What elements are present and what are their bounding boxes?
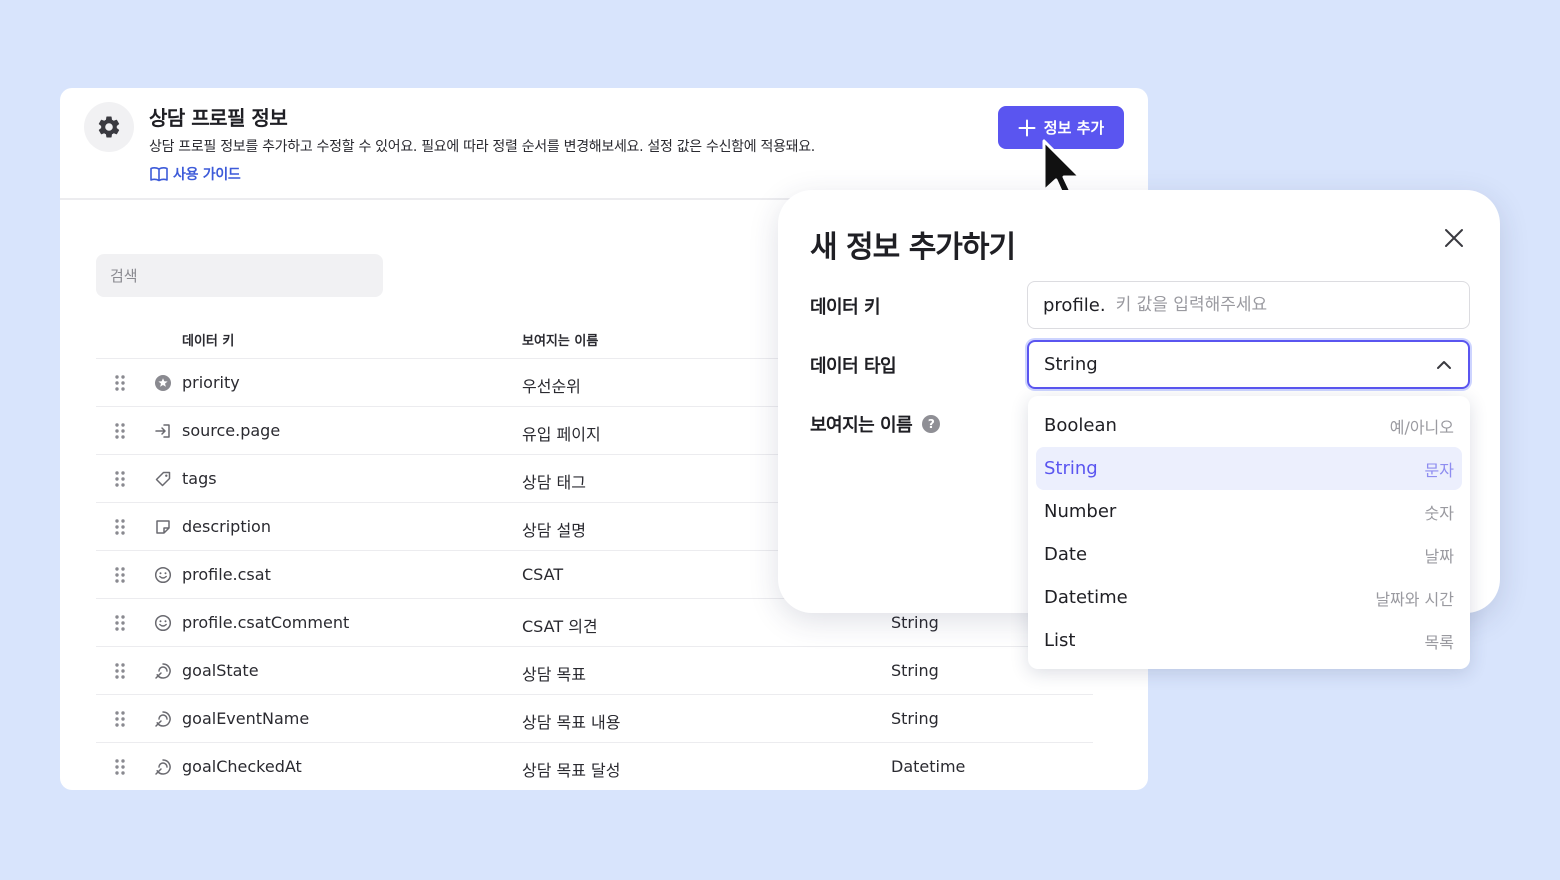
row-display-name: 상담 설명 <box>522 521 586 540</box>
drag-handle-icon[interactable] <box>114 566 126 588</box>
row-data-key: tags <box>182 469 217 488</box>
page-title: 상담 프로필 정보 <box>149 106 288 130</box>
dropdown-option-boolean[interactable]: Boolean 예/아니오 <box>1036 404 1462 447</box>
gear-icon <box>98 116 120 138</box>
star-badge-icon <box>154 374 172 396</box>
option-hint: 문자 <box>1424 460 1454 480</box>
row-display-name: 상담 목표 달성 <box>522 761 621 780</box>
row-data-key: goalEventName <box>182 709 310 728</box>
row-data-key: source.page <box>182 421 281 440</box>
option-label: Datetime <box>1044 587 1128 608</box>
data-key-label-text: 데이터 키 <box>810 297 881 318</box>
display-name-label-text: 보여지는 이름 <box>810 415 913 436</box>
table-row[interactable]: goalEventName 상담 목표 내용 String <box>96 695 1093 743</box>
row-display-name: 상담 목표 <box>522 665 586 684</box>
row-data-type: String <box>891 613 939 632</box>
row-data-type: Datetime <box>891 757 966 776</box>
data-type-value: String <box>1044 354 1098 375</box>
help-icon[interactable]: ? <box>922 415 941 433</box>
smile-icon <box>154 566 172 588</box>
data-type-select[interactable]: String <box>1027 340 1470 389</box>
drag-handle-icon[interactable] <box>114 614 126 636</box>
data-key-label: 데이터 키 <box>810 293 881 319</box>
row-data-type: String <box>891 661 939 680</box>
drag-handle-icon[interactable] <box>114 518 126 540</box>
note-icon <box>154 518 172 540</box>
search-input[interactable]: 검색 <box>96 254 383 297</box>
close-button[interactable] <box>1442 226 1466 254</box>
row-data-key: description <box>182 517 271 536</box>
drag-handle-icon[interactable] <box>114 470 126 492</box>
row-data-key: profile.csat <box>182 565 271 584</box>
chevron-up-icon <box>1437 360 1451 369</box>
enter-icon <box>154 422 172 444</box>
drag-handle-icon[interactable] <box>114 710 126 732</box>
option-hint: 예/아니오 <box>1389 417 1454 437</box>
option-label: Date <box>1044 544 1088 565</box>
settings-badge <box>84 102 134 152</box>
column-header-key: 데이터 키 <box>182 334 235 349</box>
drag-handle-icon[interactable] <box>114 758 126 780</box>
close-icon <box>1445 229 1463 247</box>
dropdown-option-number[interactable]: Number 숫자 <box>1036 490 1462 533</box>
row-display-name: 상담 목표 내용 <box>522 713 621 732</box>
row-data-key: profile.csatComment <box>182 613 350 632</box>
row-data-key: priority <box>182 373 240 392</box>
option-hint: 숫자 <box>1424 503 1454 523</box>
display-name-label: 보여지는 이름 ? <box>810 411 941 437</box>
search-placeholder: 검색 <box>110 267 138 285</box>
drag-handle-icon[interactable] <box>114 422 126 444</box>
option-hint: 날짜 <box>1424 546 1454 566</box>
option-label: Boolean <box>1044 415 1117 436</box>
data-key-field[interactable]: profile. <box>1027 281 1470 329</box>
usage-guide-label: 사용 가이드 <box>173 167 241 183</box>
option-label: Number <box>1044 501 1117 522</box>
table-row[interactable]: goalCheckedAt 상담 목표 달성 Datetime <box>96 743 1093 790</box>
page-description: 상담 프로필 정보를 추가하고 수정할 수 있어요. 필요에 따라 정렬 순서를… <box>149 139 815 155</box>
data-type-label: 데이터 타입 <box>810 352 897 378</box>
row-display-name: 유입 페이지 <box>522 425 601 444</box>
option-hint: 목록 <box>1424 632 1454 652</box>
goal-icon <box>154 662 172 684</box>
dropdown-option-date[interactable]: Date 날짜 <box>1036 533 1462 576</box>
book-icon <box>150 167 168 182</box>
option-hint: 날짜와 시간 <box>1375 589 1454 609</box>
dropdown-option-string[interactable]: String 문자 <box>1036 447 1462 490</box>
data-key-prefix: profile. <box>1043 294 1106 316</box>
data-key-input[interactable] <box>1115 295 1454 315</box>
dropdown-option-list[interactable]: List 목록 <box>1036 619 1462 662</box>
column-header-display-name: 보여지는 이름 <box>522 334 599 349</box>
drag-handle-icon[interactable] <box>114 374 126 396</box>
usage-guide-link[interactable]: 사용 가이드 <box>150 164 241 184</box>
drag-handle-icon[interactable] <box>114 662 126 684</box>
row-data-type: String <box>891 709 939 728</box>
goal-icon <box>154 758 172 780</box>
row-display-name: CSAT 의견 <box>522 617 598 636</box>
modal-title: 새 정보 추가하기 <box>810 230 1016 265</box>
row-data-key: goalCheckedAt <box>182 757 302 776</box>
option-label: List <box>1044 630 1076 651</box>
panel-header: 상담 프로필 정보 상담 프로필 정보를 추가하고 수정할 수 있어요. 필요에… <box>60 88 1148 200</box>
row-display-name: 상담 태그 <box>522 473 586 492</box>
tag-icon <box>154 470 172 492</box>
table-row[interactable]: goalState 상담 목표 String <box>96 647 1093 695</box>
dropdown-option-datetime[interactable]: Datetime 날짜와 시간 <box>1036 576 1462 619</box>
row-display-name: 우선순위 <box>522 377 581 396</box>
option-label: String <box>1044 458 1098 479</box>
row-data-key: goalState <box>182 661 259 680</box>
row-display-name: CSAT <box>522 565 564 584</box>
plus-icon <box>1018 119 1036 136</box>
data-type-dropdown: Boolean 예/아니오 String 문자 Number 숫자 Date 날짜 Dateti… <box>1028 396 1470 669</box>
smile-icon <box>154 614 172 636</box>
goal-icon <box>154 710 172 732</box>
data-type-label-text: 데이터 타입 <box>810 356 897 377</box>
add-info-button-label: 정보 추가 <box>1043 119 1105 137</box>
